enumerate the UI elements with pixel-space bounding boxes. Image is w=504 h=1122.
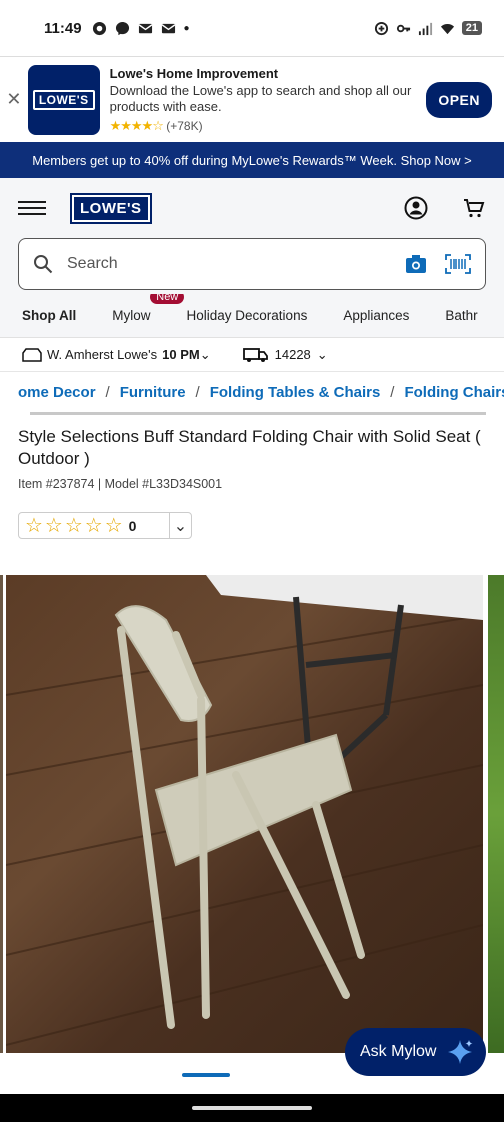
breadcrumb-separator: / (105, 384, 110, 401)
breadcrumb-home-decor[interactable]: ome Decor (18, 384, 96, 408)
search-placeholder: Search (67, 255, 118, 272)
ask-mylow-label: Ask Mylow (360, 1043, 437, 1060)
tab-holiday-decorations[interactable]: Holiday Decorations (187, 308, 308, 323)
key-icon (396, 24, 410, 32)
chevron-down-icon[interactable]: ⌄ (169, 513, 191, 538)
home-gesture-pill[interactable] (192, 1106, 312, 1110)
breadcrumb-furniture[interactable]: Furniture (120, 384, 186, 408)
app-description: Download the Lowe's app to search and sh… (109, 82, 412, 114)
product-title: Style Selections Buff Standard Folding C… (18, 427, 481, 468)
store-hours: 10 PM (162, 347, 200, 362)
breadcrumb: ome Decor / Furniture / Folding Tables &… (18, 384, 504, 408)
site-header: LOWE'S (0, 178, 504, 238)
chrome-icon (92, 21, 106, 35)
system-nav-bar (0, 1094, 504, 1122)
messenger-icon (115, 21, 129, 35)
breadcrumb-scrollbar[interactable] (30, 412, 486, 415)
open-app-button[interactable]: OPEN (426, 81, 492, 118)
mail-icon (138, 23, 153, 33)
lowes-logo[interactable]: LOWE'S (70, 192, 152, 224)
chevron-down-icon: ⌄ (316, 346, 328, 362)
ask-mylow-button[interactable]: Ask Mylow (345, 1028, 486, 1076)
promo-banner[interactable]: Members get up to 40% off during MyLowe'… (0, 142, 504, 178)
account-icon[interactable] (404, 196, 428, 220)
app-rating-count: (+78K) (166, 118, 203, 133)
mail-icon (161, 23, 176, 33)
store-name: W. Amherst Lowe's (47, 347, 158, 362)
chevron-down-icon: ⌄ (199, 346, 211, 362)
breadcrumb-separator: / (390, 384, 395, 401)
search-section: Search (0, 238, 504, 294)
menu-icon[interactable] (18, 201, 46, 215)
app-rating: ★★★★☆ (+78K) (110, 118, 427, 134)
store-icon (22, 347, 42, 362)
app-name: Lowe's Home Improvement (109, 65, 279, 81)
carousel-next-image[interactable] (488, 575, 504, 1053)
notification-dot-icon: ● (183, 22, 190, 34)
search-input[interactable]: Search (18, 238, 486, 290)
store-selector[interactable]: W. Amherst Lowe's 10 PM ⌄ (22, 347, 211, 363)
review-count: 0 (128, 517, 137, 534)
clock: 11:49 (44, 19, 82, 37)
star-rating-icon: ☆☆☆☆☆ (25, 515, 125, 537)
breadcrumb-folding-tables-chairs[interactable]: Folding Tables & Chairs (210, 384, 381, 408)
folding-chair-photo (6, 575, 483, 1046)
star-rating-icon: ★★★★☆ (109, 117, 164, 133)
carousel-prev-image[interactable] (0, 575, 3, 1053)
delivery-zip-selector[interactable]: 14228 ⌄ (242, 346, 328, 363)
tab-appliances[interactable]: Appliances (343, 308, 409, 323)
app-logo-text: LOWE'S (32, 89, 95, 110)
product-item-model: Item #237874 | Model #L33D34S001 (18, 477, 223, 491)
breadcrumb-separator: / (195, 384, 200, 401)
app-info: Lowe's Home Improvement Download the Low… (110, 66, 427, 134)
new-badge: New (150, 294, 185, 304)
zip-code: 14228 (274, 347, 311, 362)
battery-icon: 21 (461, 21, 482, 35)
tab-mylow[interactable]: Mylow New (112, 294, 185, 323)
app-install-banner: ✕ LOWE'S Lowe's Home Improvement Downloa… (0, 56, 504, 142)
breadcrumb-folding-chairs[interactable]: Folding Chairs (404, 384, 504, 408)
tab-shop-all[interactable]: Shop All (22, 308, 76, 323)
tab-mylow-label: Mylow (112, 308, 151, 323)
store-info-row: W. Amherst Lowe's 10 PM ⌄ 14228 ⌄ (0, 338, 504, 372)
sparkle-icon (448, 1040, 473, 1064)
category-nav: Shop All Mylow New Holiday Decorations A… (0, 294, 504, 338)
tab-bathroom[interactable]: Bathr (445, 308, 477, 323)
close-icon[interactable]: ✕ (0, 89, 28, 110)
app-logo: LOWE'S (27, 64, 100, 135)
wifi-icon (440, 23, 454, 34)
product-image[interactable] (6, 575, 483, 1053)
search-icon (34, 255, 53, 274)
rating-summary[interactable]: ☆☆☆☆☆ 0 ⌄ (18, 512, 192, 539)
data-saver-icon (374, 21, 388, 35)
promo-text: Members get up to 40% off during MyLowe'… (32, 152, 472, 168)
status-bar: 11:49 ● 21 (0, 0, 504, 56)
barcode-scan-icon[interactable] (445, 254, 471, 274)
camera-icon[interactable] (405, 254, 427, 274)
truck-icon (242, 347, 268, 362)
signal-icon (418, 22, 432, 35)
carousel-indicator (182, 1073, 230, 1077)
cart-icon[interactable] (462, 196, 486, 220)
